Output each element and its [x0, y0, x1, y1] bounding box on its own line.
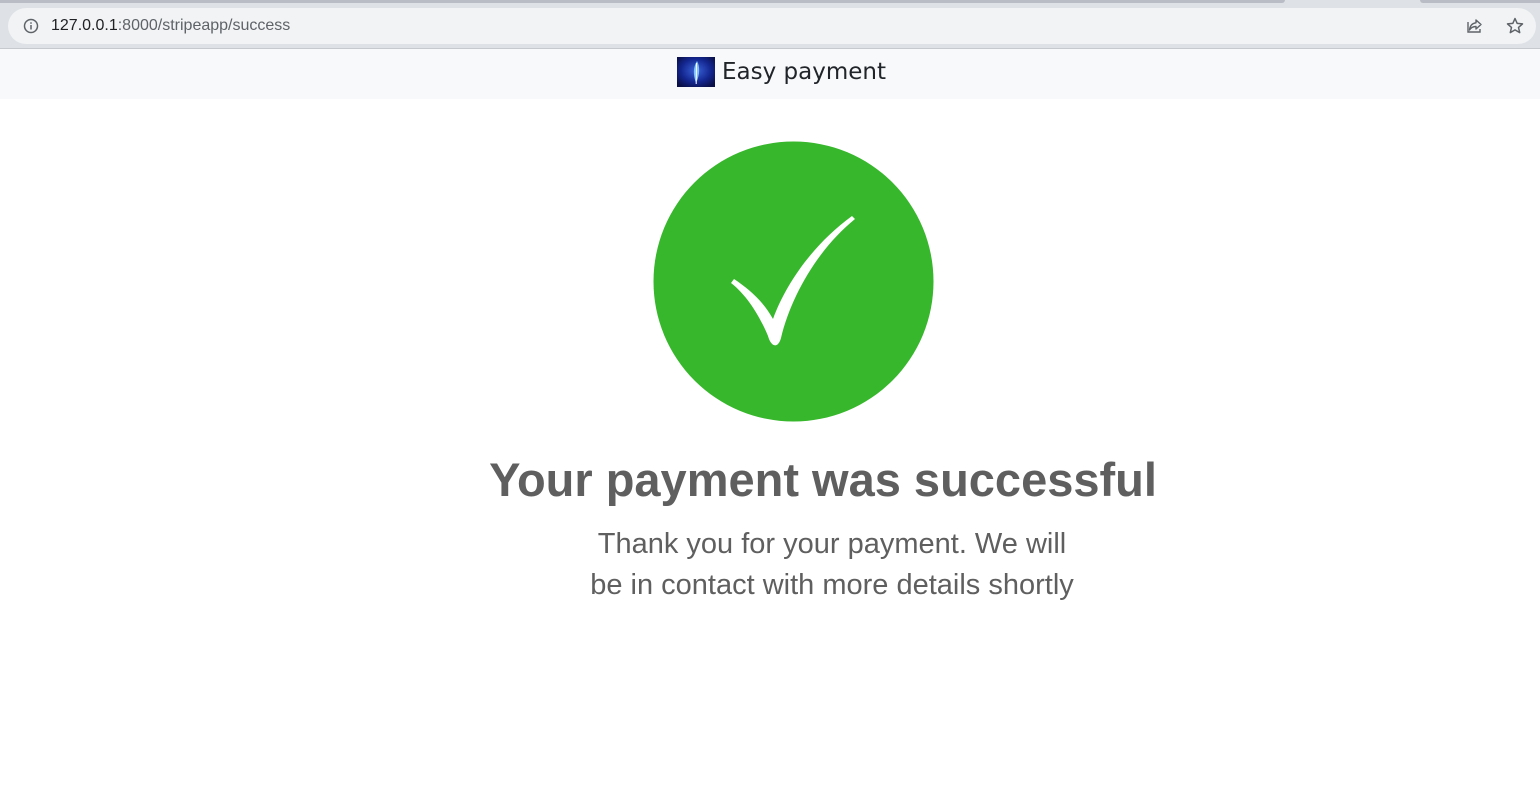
success-message: Thank you for your payment. We will be in… [0, 524, 1540, 606]
star-icon[interactable] [1505, 16, 1525, 36]
message-line-1: Thank you for your payment. We will [597, 528, 1067, 560]
brand-name: Easy payment [722, 59, 886, 85]
feather-logo-icon [677, 57, 715, 87]
navbar: Easy payment [0, 48, 1540, 99]
message-line-2: be in contact with more details shortly [590, 569, 1074, 601]
address-bar[interactable]: 127.0.0.1:8000/stripeapp/success [8, 8, 1536, 44]
share-icon[interactable] [1465, 16, 1485, 36]
success-headline: Your payment was successful [489, 453, 1157, 506]
tab-strip [0, 0, 1285, 3]
url-host: 127.0.0.1 [51, 17, 118, 34]
checkmark-icon [653, 141, 934, 422]
brand-link[interactable]: Easy payment [677, 57, 886, 87]
url-path: :8000/stripeapp/success [117, 17, 291, 34]
url-text[interactable]: 127.0.0.1:8000/stripeapp/success [51, 16, 290, 36]
tab-strip-right [1420, 0, 1540, 3]
browser-toolbar: 127.0.0.1:8000/stripeapp/success [0, 0, 1540, 48]
info-icon[interactable] [23, 18, 39, 34]
